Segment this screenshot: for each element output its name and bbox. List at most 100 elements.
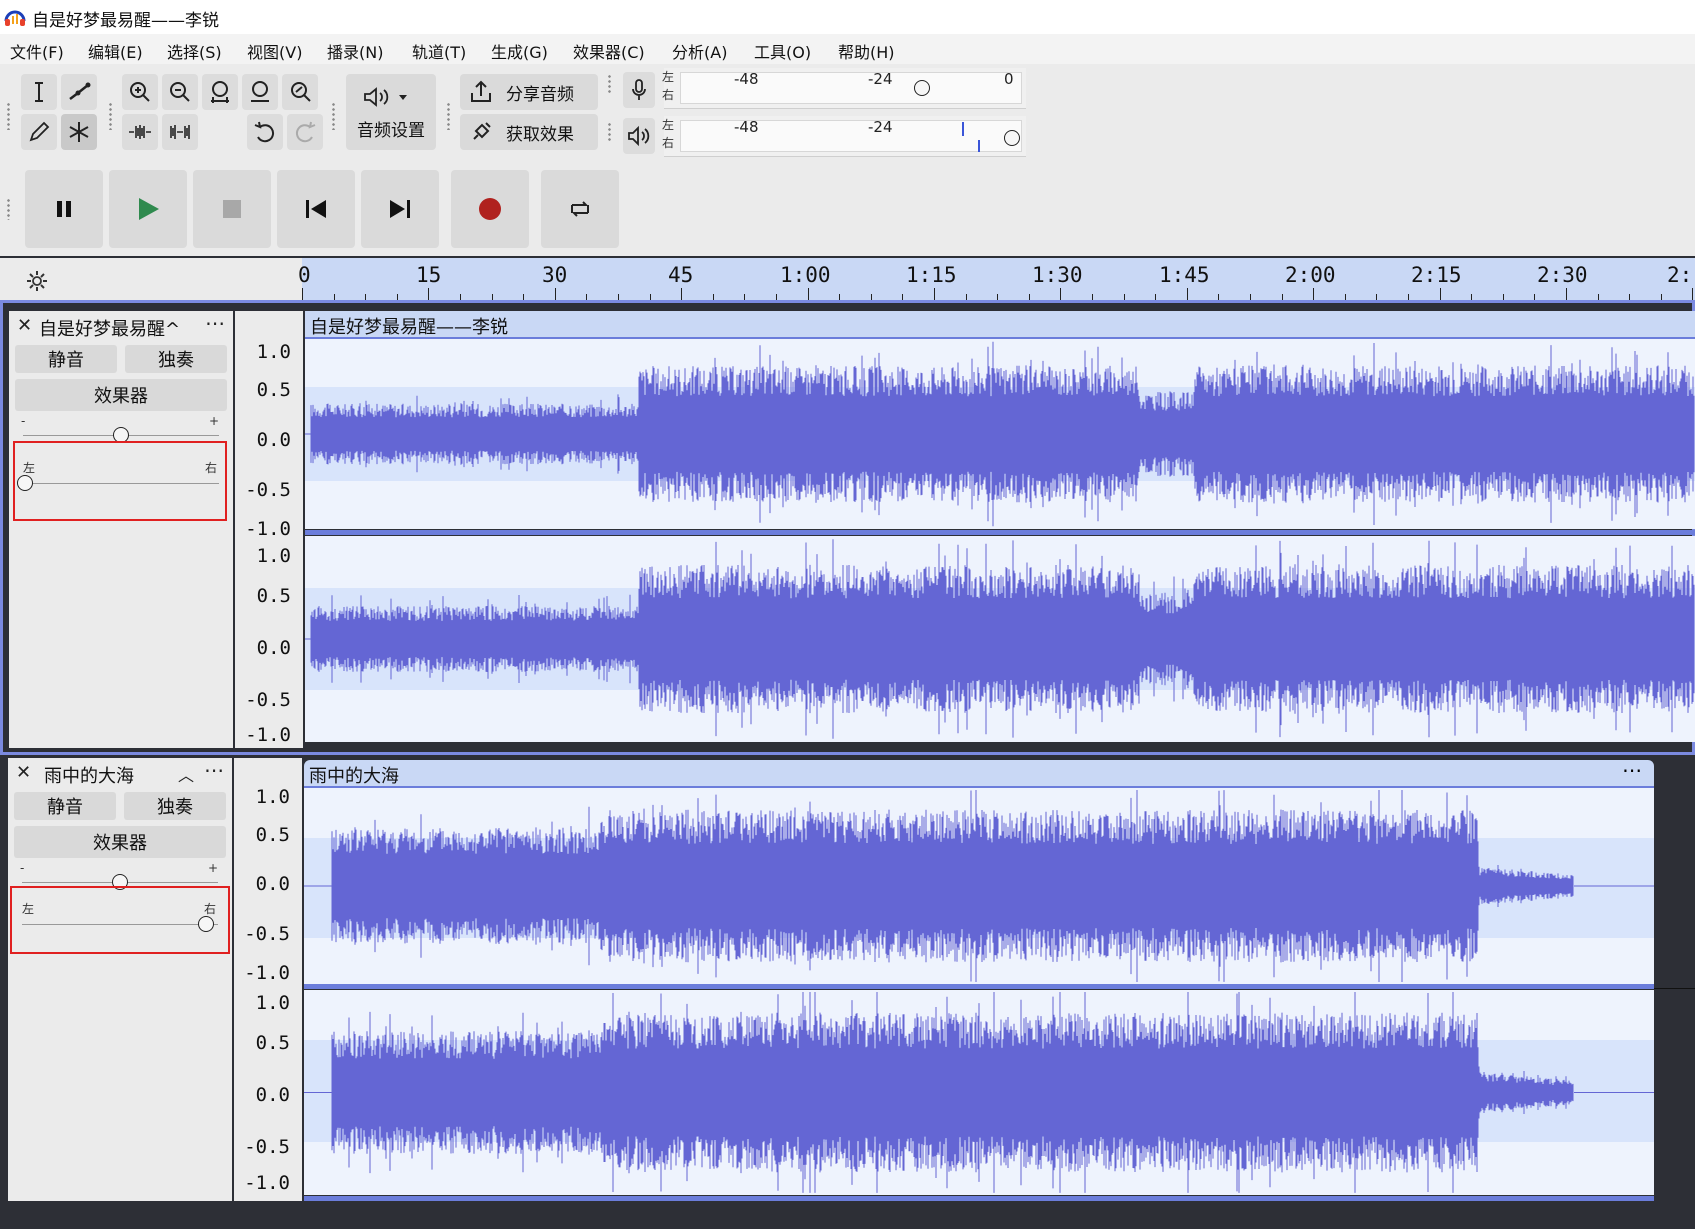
get-effects-button[interactable]: 获取效果 xyxy=(460,114,598,150)
menu-transport[interactable]: 播录(N) xyxy=(327,39,383,63)
zoom-toggle-button[interactable] xyxy=(282,74,318,110)
ruler-label: 2: xyxy=(1667,263,1693,287)
record-meter-button[interactable] xyxy=(623,72,655,108)
scale-label: -1.0 xyxy=(244,962,290,984)
draw-tool-button[interactable] xyxy=(21,114,57,150)
timeline-ruler[interactable]: 0 15 30 45 1:00 1:15 1:30 1:45 2:00 2:15… xyxy=(298,258,1695,300)
track-menu-icon[interactable]: ⋯ xyxy=(205,311,225,335)
audio-settings-label: 音频设置 xyxy=(357,120,425,141)
pause-button[interactable] xyxy=(25,170,103,248)
stop-button[interactable] xyxy=(193,170,271,248)
skip-to-start-button[interactable] xyxy=(277,170,355,248)
fit-project-button[interactable] xyxy=(242,74,278,110)
play-button[interactable] xyxy=(109,170,187,248)
audio-clip[interactable]: 自是好梦最易醒——李锐 xyxy=(305,311,1695,748)
mute-button[interactable]: 静音 xyxy=(14,792,116,820)
menu-edit[interactable]: 编辑(E) xyxy=(88,39,143,63)
track-name[interactable]: 雨中的大海 xyxy=(44,762,134,788)
menu-help[interactable]: 帮助(H) xyxy=(838,39,895,63)
track-2: ✕ 雨中的大海 ︿ ⋯ 静音 独奏 效果器 - + 左 右 1.0 0.5 0.… xyxy=(0,758,1695,1203)
close-track-icon[interactable]: ✕ xyxy=(17,315,32,336)
track-menu-icon[interactable]: ⋯ xyxy=(204,758,224,782)
zoom-out-button[interactable] xyxy=(162,74,198,110)
trim-icon xyxy=(129,125,151,139)
mute-button[interactable]: 静音 xyxy=(15,345,117,373)
gain-plus-label: + xyxy=(208,861,219,875)
menu-analyze[interactable]: 分析(A) xyxy=(672,39,727,63)
menu-file[interactable]: 文件(F) xyxy=(10,39,64,63)
channel-separator[interactable] xyxy=(305,530,1695,535)
scale-label: 1.0 xyxy=(255,992,290,1014)
ruler-label: 1:45 xyxy=(1159,263,1210,287)
effects-button[interactable]: 效果器 xyxy=(15,379,227,411)
asterisk-icon xyxy=(69,122,89,142)
menu-view[interactable]: 视图(V) xyxy=(247,39,302,63)
waveform-left-channel[interactable] xyxy=(305,339,1695,529)
selection-tool-button[interactable] xyxy=(21,74,57,110)
toolbar-grip[interactable] xyxy=(331,102,337,130)
gear-icon[interactable] xyxy=(24,268,50,294)
meter-right-label: 右 xyxy=(662,88,675,102)
trim-outside-button[interactable] xyxy=(122,114,158,150)
clip-header[interactable]: 雨中的大海 ⋯ xyxy=(304,758,1654,788)
playback-meter[interactable]: 左 右 -48 -24 xyxy=(662,116,1026,157)
waveform-right xyxy=(305,539,1695,739)
scale-label: -1.0 xyxy=(245,518,291,540)
waveform-right-channel[interactable] xyxy=(304,990,1654,1195)
playback-meter-button[interactable] xyxy=(623,118,655,154)
channel-separator[interactable] xyxy=(304,984,1654,989)
record-volume-knob[interactable] xyxy=(914,80,930,96)
multi-tool-button[interactable] xyxy=(61,114,97,150)
clip-menu-icon[interactable]: ⋯ xyxy=(1622,758,1642,782)
pause-icon xyxy=(57,201,71,217)
record-button[interactable] xyxy=(451,170,529,248)
waveform-right-channel[interactable] xyxy=(305,536,1695,742)
audio-settings-button[interactable]: 音频设置 xyxy=(346,74,436,150)
audio-clip[interactable]: 雨中的大海 ⋯ xyxy=(304,758,1654,1201)
zoom-in-button[interactable] xyxy=(122,74,158,110)
toolbar-grip[interactable] xyxy=(6,102,12,130)
track-name[interactable]: 自是好梦最易醒^ xyxy=(39,315,180,341)
solo-button[interactable]: 独奏 xyxy=(125,345,227,373)
menu-tracks[interactable]: 轨道(T) xyxy=(412,39,466,63)
pan-slider-knob[interactable] xyxy=(198,916,214,932)
undo-button[interactable] xyxy=(247,114,283,150)
menu-generate[interactable]: 生成(G) xyxy=(491,39,548,63)
share-audio-button[interactable]: 分享音频 xyxy=(460,74,598,110)
scale-label: -0.5 xyxy=(245,479,291,501)
waveform-path xyxy=(331,992,1574,1193)
toolbar-grip[interactable] xyxy=(607,74,613,94)
toolbar-grip[interactable] xyxy=(607,122,613,142)
effects-button[interactable]: 效果器 xyxy=(14,826,226,858)
menu-select[interactable]: 选择(S) xyxy=(167,39,222,63)
skip-start-icon xyxy=(306,200,326,218)
redo-icon xyxy=(295,121,316,143)
envelope-tool-button[interactable] xyxy=(61,74,97,110)
ruler-tick xyxy=(1186,288,1188,300)
toolbar-grip[interactable] xyxy=(446,102,452,130)
loop-button[interactable] xyxy=(541,170,619,248)
clip-header[interactable]: 自是好梦最易醒——李锐 xyxy=(305,311,1695,339)
toolbar-grip[interactable] xyxy=(108,102,114,130)
redo-button[interactable] xyxy=(287,114,323,150)
waveform-left-channel[interactable] xyxy=(304,788,1654,984)
collapse-icon[interactable]: ︿ xyxy=(178,762,194,786)
silence-selection-button[interactable] xyxy=(162,114,198,150)
close-track-icon[interactable]: ✕ xyxy=(16,762,31,783)
fit-selection-button[interactable] xyxy=(202,74,238,110)
menu-effect[interactable]: 效果器(C) xyxy=(573,39,645,63)
playback-peak-left xyxy=(962,122,964,136)
record-meter[interactable]: 左 右 -48 -24 0 xyxy=(662,68,1026,109)
pan-slider-knob[interactable] xyxy=(17,475,33,491)
menu-tools[interactable]: 工具(O) xyxy=(754,39,811,63)
i-beam-icon xyxy=(35,82,43,102)
title-bar: 自是好梦最易醒——李锐 xyxy=(0,0,1695,34)
amplitude-scale: 1.0 0.5 0.0 -0.5 -1.0 1.0 0.5 0.0 -0.5 -… xyxy=(235,311,303,748)
solo-button[interactable]: 独奏 xyxy=(124,792,226,820)
ruler-label: 30 xyxy=(542,263,568,287)
toolbar-grip[interactable] xyxy=(6,198,12,220)
playback-volume-knob[interactable] xyxy=(1004,130,1020,146)
skip-to-end-button[interactable] xyxy=(361,170,439,248)
menu-bar: 文件(F) 编辑(E) 选择(S) 视图(V) 播录(N) 轨道(T) 生成(G… xyxy=(0,34,1695,64)
pan-right-label: 右 xyxy=(204,902,217,916)
